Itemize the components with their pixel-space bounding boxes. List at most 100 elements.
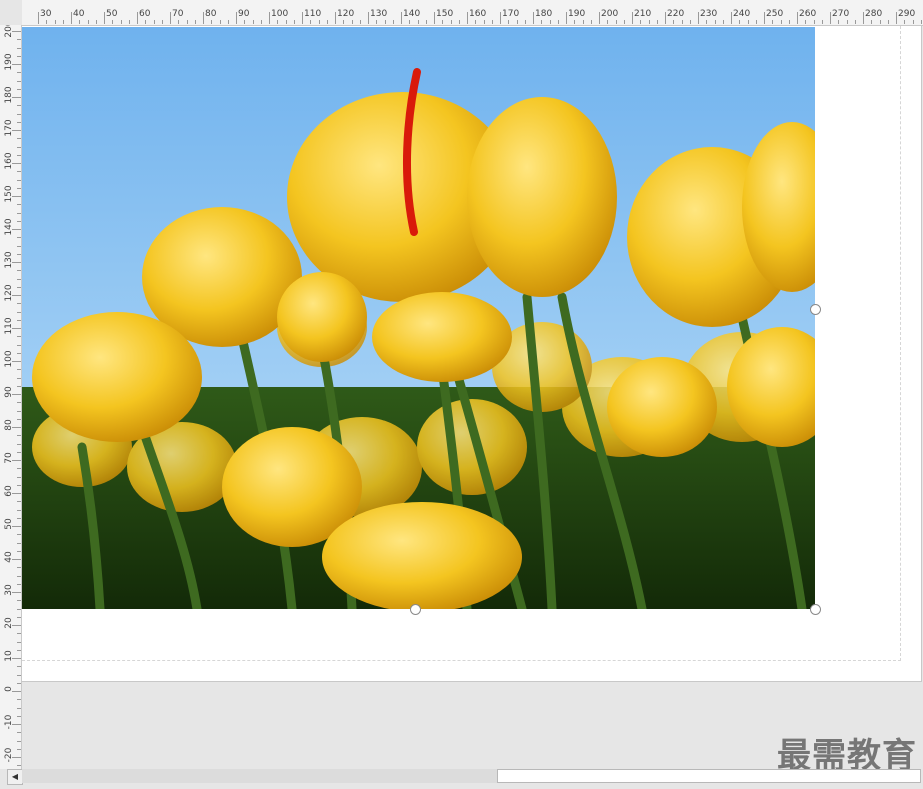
ruler-left-minor-tick — [17, 171, 21, 173]
ruler-left-label: 130 — [4, 251, 14, 269]
resize-handle-right-middle[interactable] — [810, 304, 821, 315]
ruler-top-minor-tick — [780, 20, 782, 24]
ruler-top-minor-tick — [508, 20, 510, 24]
ruler-top-minor-tick — [450, 20, 452, 24]
ruler-left-minor-tick — [17, 319, 21, 321]
ruler-top-minor-tick — [194, 20, 196, 24]
ruler-left-minor-tick — [17, 179, 21, 181]
ruler-top-minor-tick — [772, 20, 774, 24]
resize-handle-bottom-right[interactable] — [810, 604, 821, 615]
ruler-left-minor-tick — [17, 377, 21, 379]
ruler-left-label: 190 — [4, 53, 14, 71]
ruler-top-minor-tick — [681, 20, 683, 24]
ruler-left-minor-tick — [17, 187, 21, 189]
scroll-track[interactable] — [22, 769, 497, 783]
ruler-left-minor-tick — [17, 583, 21, 585]
ruler-top-label: 100 — [271, 9, 289, 19]
resize-handle-bottom-middle[interactable] — [410, 604, 421, 615]
ruler-top-minor-tick — [549, 20, 551, 24]
ruler-left-label: 90 — [4, 386, 14, 398]
ruler-top-minor-tick — [219, 20, 221, 24]
ruler-left-minor-tick — [17, 740, 21, 742]
ruler-left-minor-tick — [17, 204, 21, 206]
ruler-top-label: 120 — [337, 9, 355, 19]
ruler-top-major-tick — [434, 12, 435, 24]
ruler-corner — [0, 0, 22, 25]
ruler-left-label: 30 — [4, 584, 14, 596]
ruler-top-minor-tick — [821, 20, 823, 24]
ruler-left-minor-tick — [17, 748, 21, 750]
ruler-top-minor-tick — [689, 20, 691, 24]
tulip-image-graphic — [22, 27, 815, 609]
ruler-top-minor-tick — [95, 20, 97, 24]
ruler-left-minor-tick — [17, 484, 21, 486]
ruler-top-minor-tick — [310, 20, 312, 24]
ruler-top-minor-tick — [524, 20, 526, 24]
ruler-top-minor-tick — [252, 20, 254, 24]
ruler-top-minor-tick — [755, 20, 757, 24]
ruler-top-label: 250 — [766, 9, 784, 19]
scroll-left-icon[interactable]: ◀ — [7, 769, 23, 785]
ruler-left-minor-tick — [17, 418, 21, 420]
ruler-top-major-tick — [665, 12, 666, 24]
ruler-left-minor-tick — [17, 80, 21, 82]
ruler-left-minor-tick — [17, 146, 21, 148]
ruler-left-minor-tick — [17, 220, 21, 222]
ruler-left-minor-tick — [17, 270, 21, 272]
ruler-left-label: 200 — [4, 25, 14, 38]
ruler-left-minor-tick — [17, 311, 21, 313]
ruler-left-minor-tick — [17, 501, 21, 503]
ruler-left-label: 80 — [4, 419, 14, 431]
ruler-top-minor-tick — [392, 20, 394, 24]
ruler-top-major-tick — [467, 12, 468, 24]
ruler-top-minor-tick — [879, 20, 881, 24]
ruler-top-minor-tick — [112, 20, 114, 24]
ruler-left-label: 40 — [4, 551, 14, 563]
ruler-top-minor-tick — [623, 20, 625, 24]
ruler-top-minor-tick — [326, 20, 328, 24]
horizontal-scrollbar[interactable]: ◀ — [0, 769, 923, 789]
ruler-top-minor-tick — [904, 20, 906, 24]
ruler-left-minor-tick — [17, 113, 21, 115]
ruler-top-minor-tick — [384, 20, 386, 24]
ruler-left-minor-tick — [17, 402, 21, 404]
ruler-left-minor-tick — [17, 336, 21, 338]
ruler-top-major-tick — [302, 12, 303, 24]
ruler-top-minor-tick — [359, 20, 361, 24]
ruler-top-minor-tick — [87, 20, 89, 24]
ruler-top-minor-tick — [813, 20, 815, 24]
ruler-left-minor-tick — [17, 715, 21, 717]
ruler-left-minor-tick — [17, 369, 21, 371]
ruler-top-minor-tick — [582, 20, 584, 24]
vertical-ruler: 200 190 180 170 160 150 140 130 120 110 100 90 80 70 6… — [0, 25, 22, 769]
ruler-top-major-tick — [896, 12, 897, 24]
tulip-photo[interactable] — [22, 27, 815, 609]
ruler-top-minor-tick — [79, 20, 81, 24]
ruler-top-major-tick — [500, 12, 501, 24]
ruler-left-minor-tick — [17, 72, 21, 74]
ruler-left-label: 10 — [4, 650, 14, 662]
ruler-left-minor-tick — [17, 385, 21, 387]
ruler-top-label: 200 — [601, 9, 619, 19]
ruler-top-minor-tick — [557, 20, 559, 24]
ruler-left-minor-tick — [17, 509, 21, 511]
ruler-left-minor-tick — [17, 534, 21, 536]
ruler-top-minor-tick — [590, 20, 592, 24]
ruler-left-minor-tick — [17, 138, 21, 140]
ruler-left-minor-tick — [17, 253, 21, 255]
ruler-top-label: 180 — [535, 9, 553, 19]
ruler-left-label: 140 — [4, 218, 14, 236]
ruler-left-minor-tick — [17, 286, 21, 288]
ruler-left-minor-tick — [17, 575, 21, 577]
ruler-left-minor-tick — [17, 55, 21, 57]
ruler-top-minor-tick — [153, 20, 155, 24]
ruler-left-label: 180 — [4, 86, 14, 104]
ruler-left-minor-tick — [17, 633, 21, 635]
ruler-top-label: 140 — [403, 9, 421, 19]
ruler-left-minor-tick — [17, 344, 21, 346]
ruler-top-minor-tick — [409, 20, 411, 24]
ruler-left-label: -10 — [4, 714, 14, 730]
ruler-top-minor-tick — [186, 20, 188, 24]
scroll-thumb[interactable] — [497, 769, 921, 783]
ruler-top-major-tick — [269, 12, 270, 24]
